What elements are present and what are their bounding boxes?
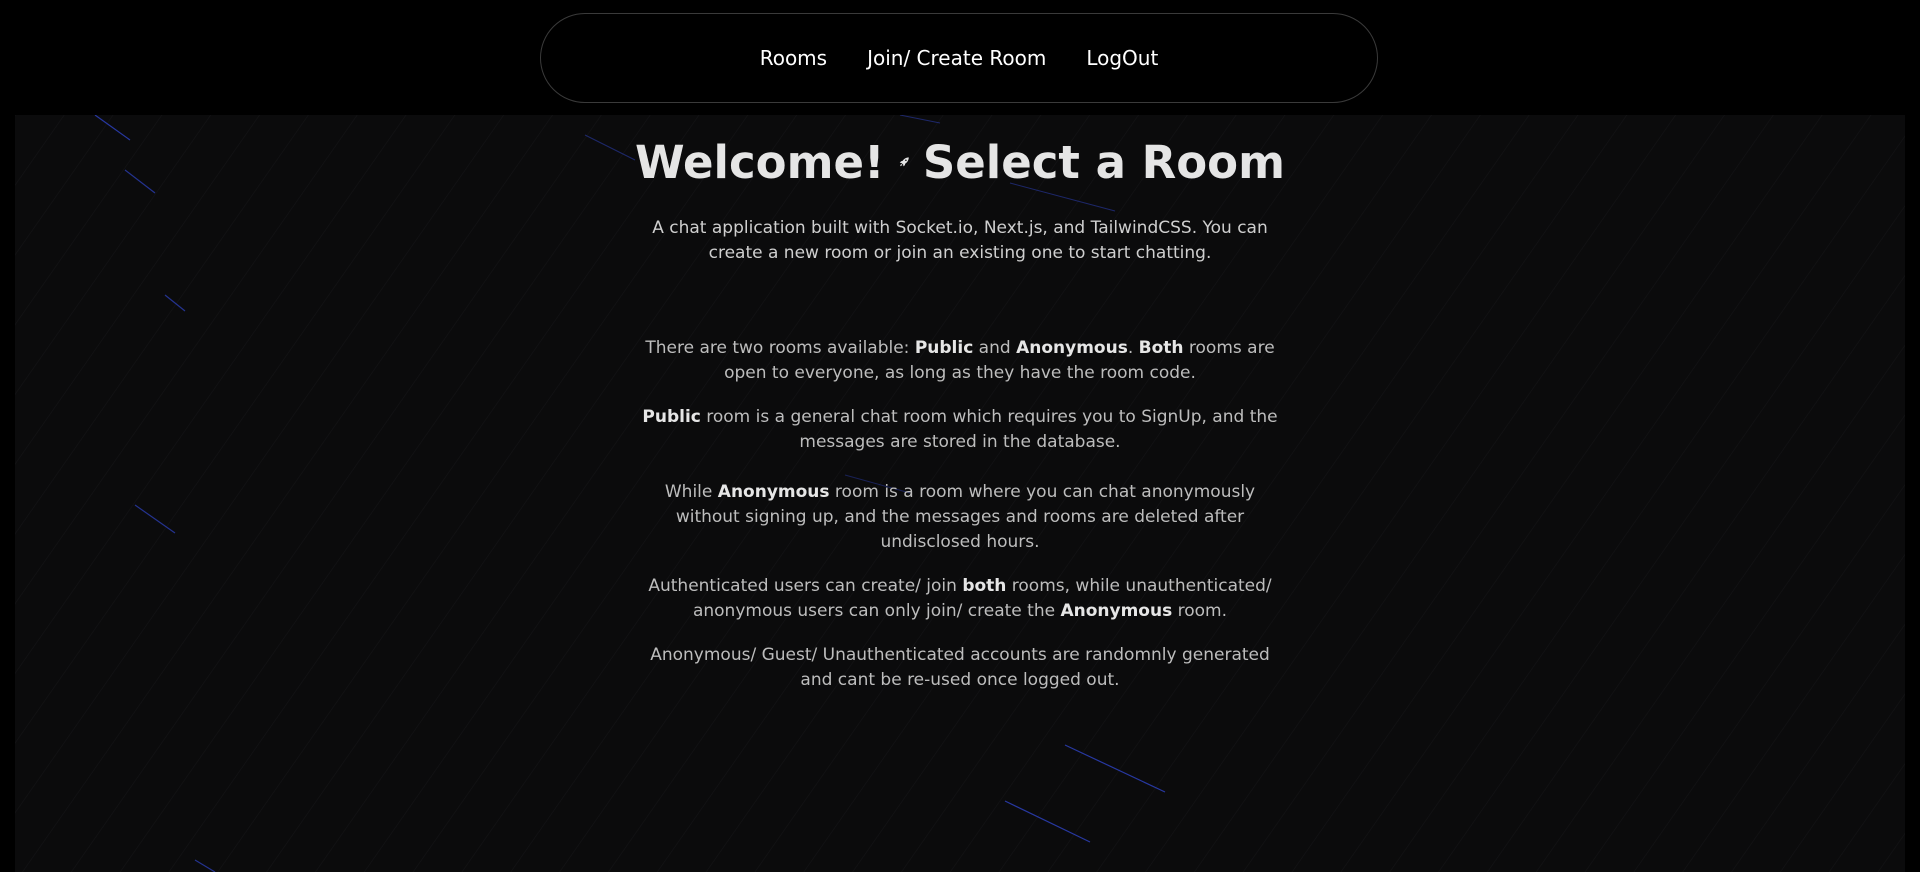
top-navigation: Rooms Join/ Create Room LogOut	[540, 13, 1378, 103]
nav-rooms-link[interactable]: Rooms	[760, 46, 827, 70]
app-description: A chat application built with Socket.io,…	[652, 218, 1268, 263]
public-room-paragraph: Public room is a general chat room which…	[642, 407, 1278, 452]
rocket-icon	[899, 157, 909, 167]
guest-accounts-paragraph: Anonymous/ Guest/ Unauthenticated accoun…	[650, 645, 1270, 690]
anonymous-room-paragraph: While Anonymous room is a room where you…	[664, 482, 1256, 552]
title-select-room-text: Select a Room	[922, 135, 1285, 189]
page: Rooms Join/ Create Room LogOut Welcome! …	[0, 0, 1920, 872]
welcome-content: Welcome! Select a Room A chat applicatio…	[635, 130, 1285, 693]
nav-logout-link[interactable]: LogOut	[1086, 46, 1158, 70]
nav-join-create-room-link[interactable]: Join/ Create Room	[867, 46, 1046, 70]
rooms-available-paragraph: There are two rooms available: Public an…	[645, 338, 1275, 383]
user-permissions-paragraph: Authenticated users can create/ join bot…	[648, 576, 1272, 621]
main-panel: Welcome! Select a Room A chat applicatio…	[15, 115, 1905, 872]
title-welcome-text: Welcome!	[635, 135, 885, 189]
page-title: Welcome! Select a Room	[635, 130, 1285, 194]
